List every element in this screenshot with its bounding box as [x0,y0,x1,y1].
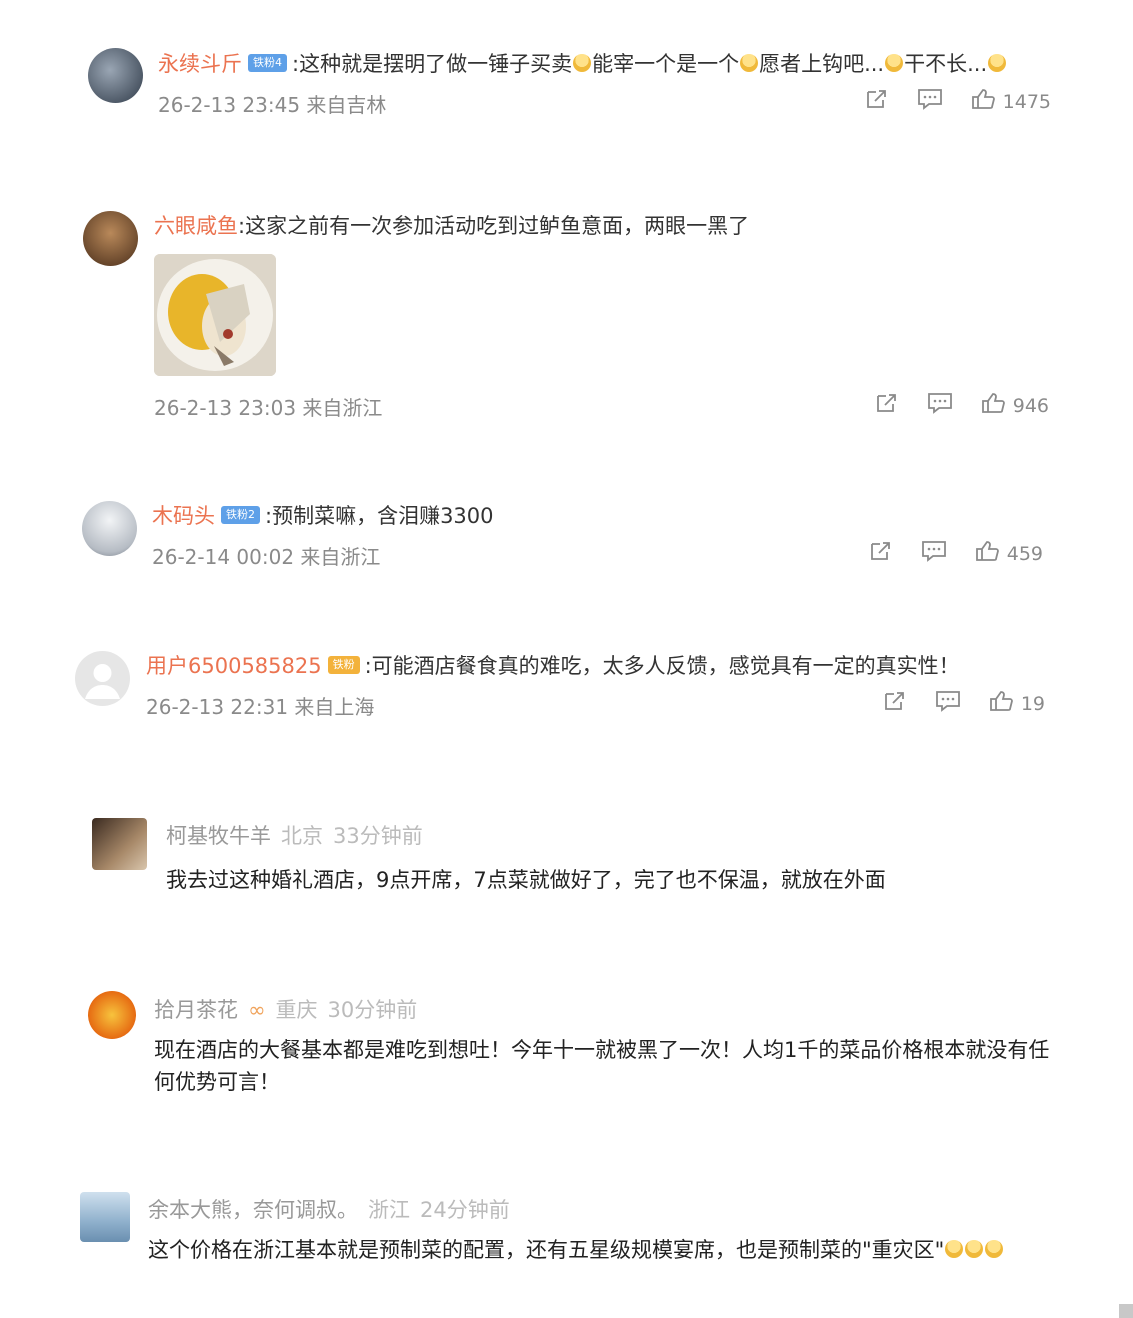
reply-header: 余本大熊，奈何调叔。 浙江 24分钟前 [148,1194,510,1224]
fan-badge: 铁粉 [327,656,360,674]
emoji-icon [988,54,1007,72]
comment-meta: 26-2-13 22:31 来自上海 [146,691,374,720]
like-icon[interactable] [971,88,995,115]
comment-time: 26-2-13 23:45 [158,93,301,117]
avatar[interactable] [92,818,147,870]
avatar[interactable] [82,501,137,556]
action-bar: 459 [869,540,1043,567]
reply-username[interactable]: 柯基牧牛羊 [166,824,271,848]
comment-text: 愿者上钩吧... [759,52,885,76]
avatar[interactable] [88,48,143,103]
share-icon[interactable] [875,392,899,419]
emoji-icon [965,1240,984,1258]
emoji-icon [885,54,904,72]
reply-text: 我去过这种婚礼酒店，9点开席，7点菜就做好了，完了也不保温，就放在外面 [166,868,886,892]
reply-location: 浙江 [368,1198,410,1222]
username[interactable]: 六眼咸鱼 [154,214,238,238]
avatar[interactable] [75,651,130,706]
share-icon[interactable] [869,540,893,567]
like-count: 946 [1012,394,1049,417]
corner-marker [1119,1304,1133,1318]
comment-meta: 26-2-14 00:02 来自浙江 [152,541,380,570]
action-bar: 1475 [865,88,1051,115]
share-icon[interactable] [883,690,907,717]
comment-time: 26-2-14 00:02 [152,545,295,569]
like-icon[interactable] [981,392,1005,419]
comment-meta: 26-2-13 23:03 来自浙江 [154,392,382,421]
emoji-icon [573,54,592,72]
action-bar: 19 [883,690,1045,717]
like-count: 459 [1006,542,1043,565]
reply-location: 北京 [281,824,323,848]
comment-text: 能宰一个是一个 [592,52,740,76]
comment-location: 来自上海 [294,695,375,719]
action-bar: 946 [875,392,1049,419]
reply-username[interactable]: 余本大熊，奈何调叔。 [148,1198,358,1222]
comment-icon[interactable] [917,88,943,115]
reply-time: 33分钟前 [333,824,423,848]
emoji-icon [945,1240,964,1258]
like-icon[interactable] [989,690,1013,717]
reply-text: 这个价格在浙江基本就是预制菜的配置，还有五星级规模宴席，也是预制菜的"重灾区" [148,1234,1048,1266]
avatar[interactable] [83,211,138,266]
reply-header: 柯基牧牛羊 北京 33分钟前 [166,820,423,850]
username[interactable]: 木码头 [152,504,215,528]
comment-time: 26-2-13 22:31 [146,695,289,719]
comment-text: :可能酒店餐食真的难吃，太多人反馈，感觉具有一定的真实性！ [364,654,960,678]
comment-photo[interactable] [154,254,276,376]
reply-location: 重庆 [275,998,318,1022]
comment-time: 26-2-13 23:03 [154,396,297,420]
comment-location: 来自浙江 [300,545,381,569]
comment-location: 来自浙江 [302,396,383,420]
share-icon[interactable] [865,88,889,115]
comment-icon[interactable] [927,392,953,419]
emoji-icon [740,54,759,72]
reply-time: 30分钟前 [327,998,418,1022]
username[interactable]: 用户6500585825 [146,654,322,678]
username[interactable]: 永续斗斤 [158,52,242,76]
fan-badge: 铁粉2 [221,506,260,524]
comment-meta: 26-2-13 23:45 来自吉林 [158,89,386,118]
reply-text: 现在酒店的大餐基本都是难吃到想吐！今年十一就被黑了一次！人均1千的菜品价格根本就… [154,1038,1050,1094]
comment-text: :预制菜嘛，含泪赚3300 [265,504,494,528]
comment-location: 来自吉林 [306,93,387,117]
reply-text-content: 这个价格在浙江基本就是预制菜的配置，还有五星级规模宴席，也是预制菜的"重灾区" [148,1238,945,1262]
fan-badge: 铁粉4 [248,54,287,72]
avatar[interactable] [80,1192,130,1242]
like-icon[interactable] [975,540,999,567]
comment-text: :这种就是摆明了做一锤子买卖 [292,52,573,76]
comment-icon[interactable] [921,540,947,567]
avatar[interactable] [88,991,136,1039]
reply-header: 拾月茶花 ∞ 重庆 30分钟前 [154,994,417,1024]
like-count: 1475 [1002,90,1051,113]
emoji-icon [985,1240,1004,1258]
vip-icon: ∞ [248,998,266,1022]
reply-time: 24分钟前 [420,1198,510,1222]
comment-text: 干不长... [904,52,988,76]
comment-icon[interactable] [935,690,961,717]
like-count: 19 [1020,692,1045,715]
comment-text: :这家之前有一次参加活动吃到过鲈鱼意面，两眼一黑了 [238,214,750,238]
reply-username[interactable]: 拾月茶花 [154,998,238,1022]
